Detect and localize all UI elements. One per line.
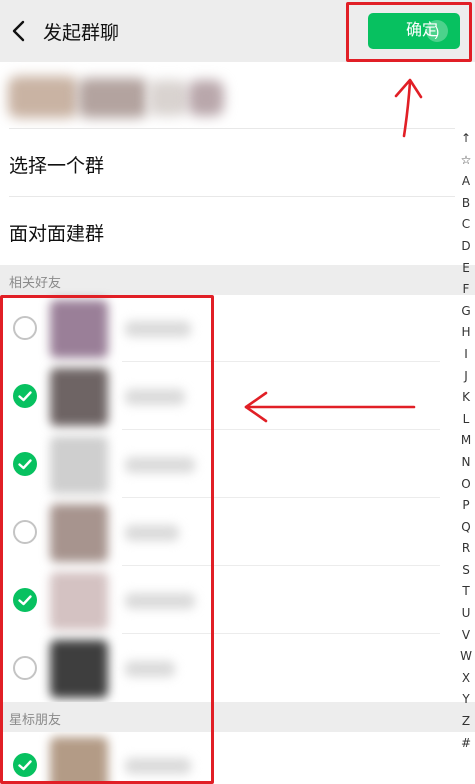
- index-letter[interactable]: Z: [457, 711, 475, 733]
- checkbox-checked-icon[interactable]: [13, 384, 37, 408]
- selected-avatar[interactable]: [188, 80, 224, 116]
- index-letter[interactable]: R: [457, 538, 475, 560]
- index-letter[interactable]: P: [457, 495, 475, 517]
- index-letter[interactable]: H: [457, 322, 475, 344]
- checkbox-checked-icon[interactable]: [13, 452, 37, 476]
- selected-count-badge: ): [426, 20, 448, 42]
- index-letter[interactable]: ↑: [457, 128, 475, 150]
- index-letter[interactable]: E: [457, 258, 475, 280]
- index-letter[interactable]: V: [457, 625, 475, 647]
- contact-avatar: [50, 737, 108, 784]
- select-group-label: 选择一个群: [9, 155, 105, 177]
- face-to-face-row[interactable]: 面对面建群: [0, 196, 475, 265]
- page-title: 发起群聊: [43, 22, 120, 44]
- contact-name-blurred: [125, 389, 185, 405]
- divider: [9, 128, 455, 129]
- checkbox-checked-icon[interactable]: [13, 753, 37, 777]
- index-letter[interactable]: I: [457, 344, 475, 366]
- section-label: 星标朋友: [9, 713, 62, 728]
- index-letter[interactable]: F: [457, 279, 475, 301]
- contact-name-blurred: [125, 661, 175, 677]
- index-letter[interactable]: G: [457, 301, 475, 323]
- alphabet-index[interactable]: ↑ ☆ A B C D E F G H I J K L M N O P Q R S T U V W X Y Z #: [457, 128, 475, 754]
- contact-row[interactable]: [0, 635, 440, 703]
- index-letter[interactable]: U: [457, 603, 475, 625]
- index-letter[interactable]: L: [457, 409, 475, 431]
- contact-row[interactable]: [0, 567, 440, 635]
- divider: [122, 429, 440, 430]
- contact-name-blurred: [125, 457, 195, 473]
- index-letter[interactable]: J: [457, 366, 475, 388]
- contact-avatar: [50, 504, 108, 562]
- index-letter[interactable]: N: [457, 452, 475, 474]
- divider: [122, 633, 440, 634]
- section-label: 相关好友: [9, 276, 62, 291]
- contact-row[interactable]: [0, 732, 440, 784]
- index-letter[interactable]: W: [457, 646, 475, 668]
- section-header-related: 相关好友: [0, 265, 475, 295]
- selected-avatar[interactable]: [8, 76, 78, 118]
- contact-name-blurred: [125, 593, 195, 609]
- index-letter[interactable]: C: [457, 214, 475, 236]
- contact-row[interactable]: [0, 363, 440, 431]
- contact-name-blurred: [125, 321, 191, 337]
- index-letter[interactable]: O: [457, 474, 475, 496]
- contact-row[interactable]: [0, 295, 440, 363]
- contact-avatar: [50, 368, 108, 426]
- contact-avatar: [50, 436, 108, 494]
- contact-avatar: [50, 572, 108, 630]
- index-letter[interactable]: D: [457, 236, 475, 258]
- index-letter[interactable]: T: [457, 581, 475, 603]
- checkbox-checked-icon[interactable]: [13, 588, 37, 612]
- index-letter[interactable]: K: [457, 387, 475, 409]
- selected-avatar[interactable]: [148, 80, 188, 116]
- back-arrow-icon[interactable]: [8, 17, 30, 45]
- contact-name-blurred: [125, 758, 191, 774]
- index-letter[interactable]: #: [457, 733, 475, 755]
- index-letter[interactable]: Q: [457, 517, 475, 539]
- index-letter[interactable]: S: [457, 560, 475, 582]
- select-group-row[interactable]: 选择一个群: [0, 128, 475, 196]
- divider: [122, 361, 440, 362]
- section-header-starred: 星标朋友: [0, 702, 475, 732]
- index-letter[interactable]: ☆: [457, 150, 475, 172]
- top-nav-bar: 发起群聊 确定 ): [0, 0, 475, 62]
- index-letter[interactable]: A: [457, 171, 475, 193]
- checkbox-unchecked-icon[interactable]: [13, 520, 37, 544]
- face-to-face-label: 面对面建群: [9, 223, 105, 245]
- index-letter[interactable]: X: [457, 668, 475, 690]
- contact-avatar: [50, 300, 108, 358]
- index-letter[interactable]: Y: [457, 689, 475, 711]
- checkbox-unchecked-icon[interactable]: [13, 316, 37, 340]
- selected-members-strip: [0, 62, 475, 128]
- contact-avatar: [50, 640, 108, 698]
- index-letter[interactable]: B: [457, 193, 475, 215]
- contact-row[interactable]: [0, 431, 440, 499]
- confirm-button[interactable]: 确定 ): [368, 13, 460, 49]
- divider: [122, 497, 440, 498]
- divider: [9, 196, 455, 197]
- selected-avatar[interactable]: [78, 78, 148, 118]
- checkbox-unchecked-icon[interactable]: [13, 656, 37, 680]
- contact-name-blurred: [125, 525, 179, 541]
- index-letter[interactable]: M: [457, 430, 475, 452]
- contact-row[interactable]: [0, 499, 440, 567]
- divider: [122, 565, 440, 566]
